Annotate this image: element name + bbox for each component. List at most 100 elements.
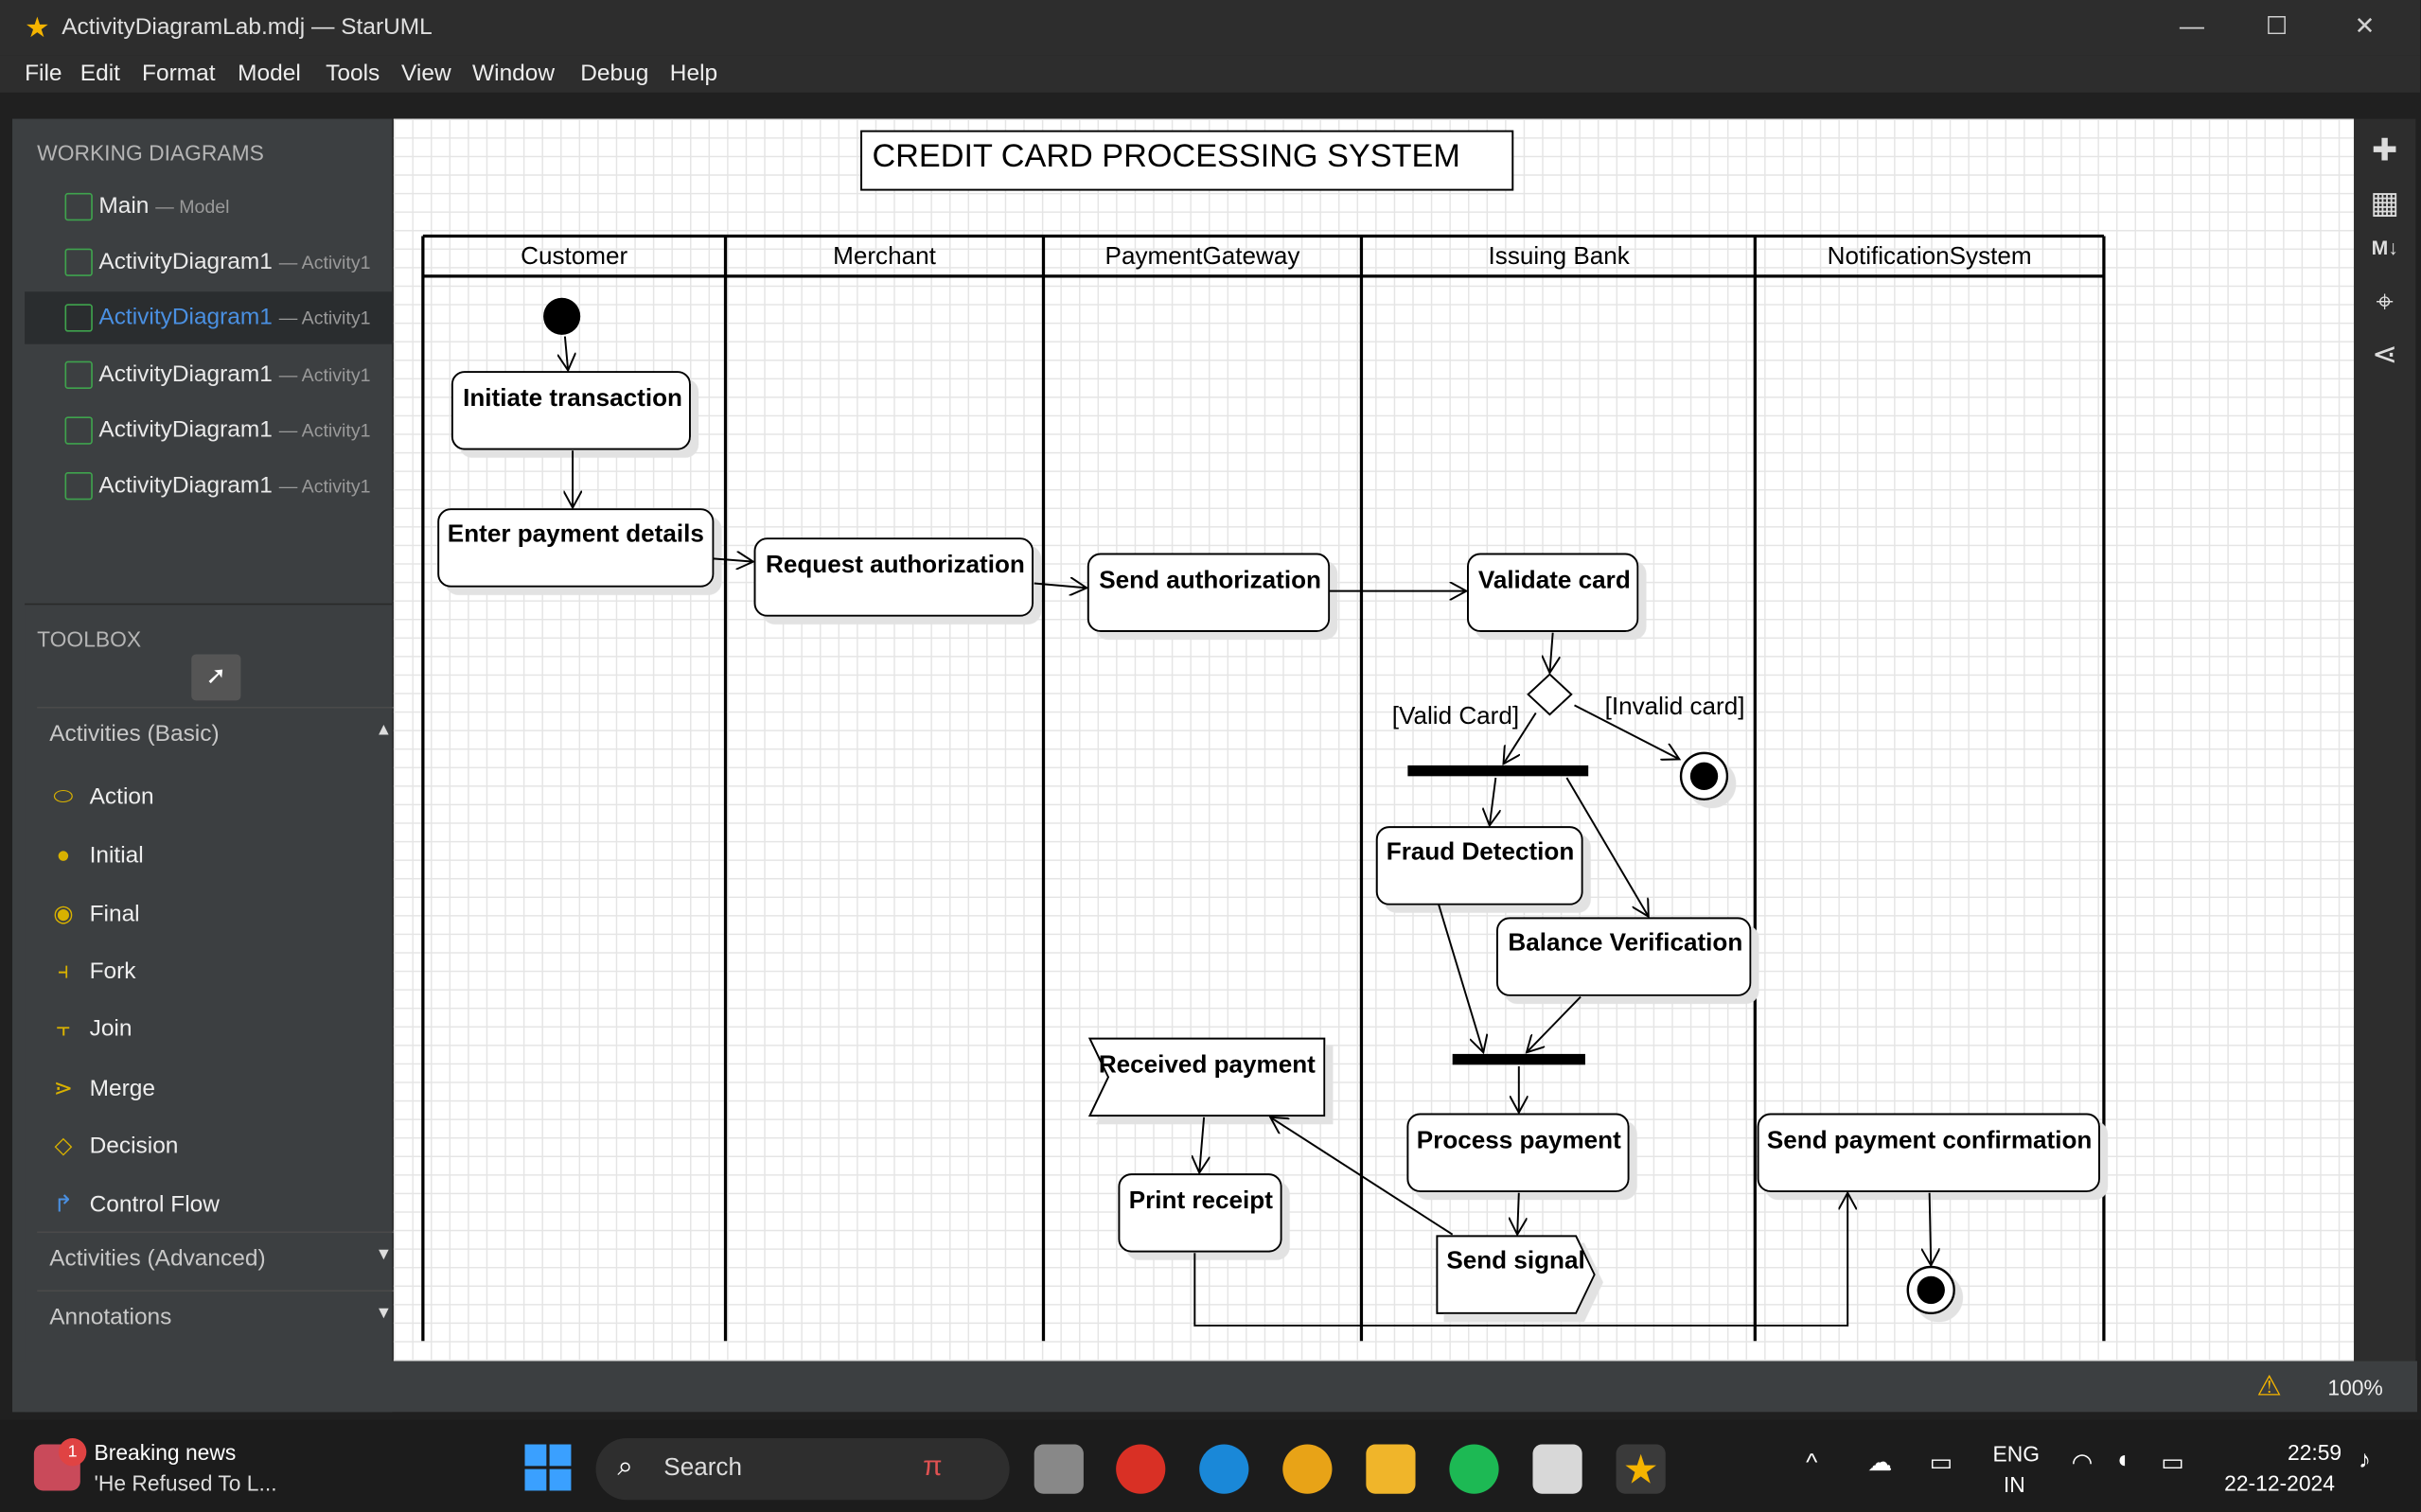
lane-merchant[interactable]: Merchant [833,241,936,270]
windows-start-icon[interactable] [524,1444,572,1491]
final-node-invalid[interactable] [1679,751,1729,801]
collapse-arrow-icon: ▲ [375,720,393,740]
menu-view[interactable]: View [401,61,451,87]
tool-initial[interactable]: ● Initial [49,842,144,869]
status-bar: ⚠ 100% [12,1361,2417,1413]
working-diagram-item[interactable]: ActivityDiagram1 — Activity1 [25,404,392,456]
tool-final[interactable]: ◉ Final [49,900,139,927]
search-icon: ⌕ [617,1450,633,1482]
working-diagrams-heading: WORKING DIAGRAMS [37,140,264,166]
action-label: Request authorization [766,550,1025,578]
menu-model[interactable]: Model [238,61,301,87]
final-node-confirmation[interactable] [1906,1265,1955,1315]
layout-icon[interactable]: ▦ [2366,184,2403,220]
language-region: IN [2003,1471,2025,1497]
group-activities-basic[interactable]: Activities (Basic) ▲ [37,706,405,765]
lane-customer[interactable]: Customer [521,241,627,270]
close-button[interactable]: ✕ [2331,7,2399,50]
zoom-level[interactable]: 100% [2327,1375,2382,1399]
menu-tools[interactable]: Tools [326,61,380,87]
control-flow-icon: ↱ [53,1191,74,1218]
tool-join[interactable]: ⫟ Join [49,1015,132,1042]
volume-icon[interactable]: ◖ [2114,1448,2129,1475]
tool-control-flow[interactable]: ↱ Control Flow [49,1189,220,1218]
staruml-taskbar-icon[interactable]: ★ [1616,1444,1666,1494]
diagram-canvas[interactable]: CREDIT CARD PROCESSING SYSTEM Customer M… [393,118,2355,1362]
language-code[interactable]: ENG [1992,1441,2039,1466]
task-view-icon[interactable] [1034,1444,1084,1494]
menu-file[interactable]: File [25,61,62,87]
working-diagram-item[interactable]: ActivityDiagram1 — Activity1 [25,237,392,289]
diagram-icon [64,192,93,221]
join-bar[interactable] [1452,1053,1585,1065]
action-label: Send authorization [1099,565,1321,593]
calculator-pi-icon: π [923,1450,943,1482]
maximize-button[interactable]: ☐ [2243,7,2311,50]
extensions-icon[interactable]: ✚ [2366,132,2403,168]
action-label: Print receipt [1129,1186,1273,1214]
tool-action[interactable]: ⬭ Action [49,783,153,810]
navigator-icon[interactable]: ⌖ [2366,286,2403,323]
menu-format[interactable]: Format [142,61,215,87]
clock-date: 22-12-2024 [2224,1470,2335,1496]
news-title[interactable]: Breaking news [94,1440,236,1465]
group-annotations[interactable]: Annotations ▼ [37,1290,405,1348]
working-diagram-main[interactable]: Main — Model [25,181,392,233]
chrome-icon[interactable] [1116,1444,1166,1494]
onedrive-icon[interactable]: ☁ [1867,1448,1892,1479]
spotify-icon[interactable] [1449,1444,1499,1494]
group-activities-advanced[interactable]: Activities (Advanced) ▼ [37,1231,405,1290]
group-label: Annotations [49,1304,172,1330]
working-diagram-item[interactable]: ActivityDiagram1 — Activity1 [25,460,392,512]
staruml-logo-icon: ★ [25,12,50,44]
edge-icon[interactable] [1199,1444,1249,1494]
menu-help[interactable]: Help [670,61,717,87]
menu-debug[interactable]: Debug [580,61,648,87]
snipping-tool-icon[interactable] [1532,1444,1582,1494]
decision-node[interactable] [1527,673,1573,716]
fork-bar[interactable] [1407,765,1589,777]
guard-valid-card: [Valid Card] [1392,701,1519,730]
working-diagram-item[interactable]: ActivityDiagram1 — Activity1 [25,349,392,401]
group-label: Activities (Advanced) [49,1245,266,1272]
chrome-profile-icon[interactable] [1282,1444,1333,1494]
lane-payment-gateway[interactable]: PaymentGateway [1105,241,1300,270]
chevron-up-icon[interactable]: ^ [1806,1450,1817,1478]
lane-notification-system[interactable]: NotificationSystem [1828,241,2032,270]
initial-node[interactable] [543,297,581,335]
action-label: Validate card [1478,565,1631,593]
working-diagram-item-selected[interactable]: ActivityDiagram1 — Activity1 [25,291,393,344]
clock-time[interactable]: 22:59 [2288,1440,2341,1465]
group-label: Activities (Basic) [49,720,220,747]
window-title: ActivityDiagramLab.mdj — StarUML [62,13,433,41]
lane-issuing-bank[interactable]: Issuing Bank [1489,241,1631,270]
action-label: Received payment [1099,1049,1316,1078]
share-icon[interactable]: ⋖ [2366,335,2403,372]
diagram-sub: — Activity1 [278,251,371,273]
notification-bell-icon[interactable]: ♪ [2359,1448,2371,1475]
menu-edit[interactable]: Edit [80,61,120,87]
wifi-icon[interactable]: ◠ [2072,1448,2094,1479]
diagram-sub: — Model [155,196,230,218]
keyboard-layout-icon[interactable]: ▭ [1930,1448,1953,1479]
minimize-button[interactable]: — [2158,7,2226,50]
tool-decision[interactable]: ◇ Decision [49,1131,178,1159]
tool-merge[interactable]: ⋗ Merge [49,1074,155,1102]
warning-icon[interactable]: ⚠ [2256,1370,2281,1402]
right-toolbar: ✚ ▦ M↓ ⌖ ⋖ [2354,118,2416,1362]
pointer-tool-button[interactable]: ➚ [191,654,241,701]
diagram-sub: — Activity1 [278,475,371,498]
activity-diagram-icon [64,248,93,276]
initial-icon: ● [56,842,71,870]
action-label: Enter payment details [448,519,704,547]
diagram-name: Main [98,192,150,220]
taskbar-search[interactable]: ⌕ Search π [595,1437,1010,1501]
final-icon: ◉ [53,901,74,928]
activity-diagram-icon [64,304,93,332]
diagram-name: ActivityDiagram1 [98,416,273,444]
markdown-icon[interactable]: M↓ [2366,237,2403,273]
battery-icon[interactable]: ▭ [2161,1448,2184,1479]
file-explorer-icon[interactable] [1366,1444,1416,1494]
menu-window[interactable]: Window [472,61,555,87]
tool-fork[interactable]: ⫞ Fork [49,958,136,985]
